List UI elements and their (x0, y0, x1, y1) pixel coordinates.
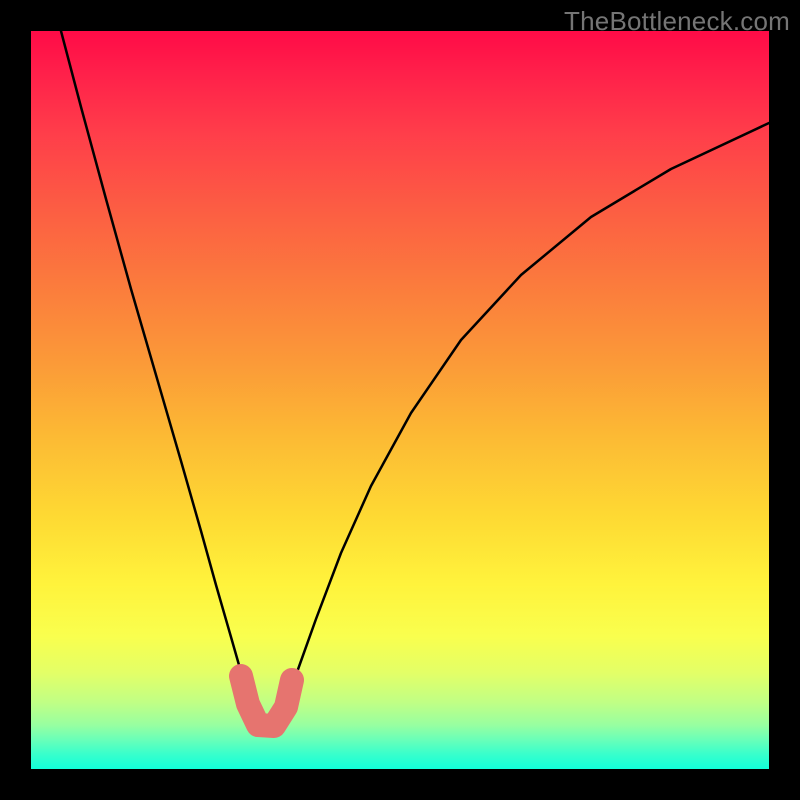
chart-stage: TheBottleneck.com (0, 0, 800, 800)
plot-area (31, 31, 769, 769)
highlight-layer (31, 31, 769, 769)
highlight-marker (241, 676, 292, 726)
